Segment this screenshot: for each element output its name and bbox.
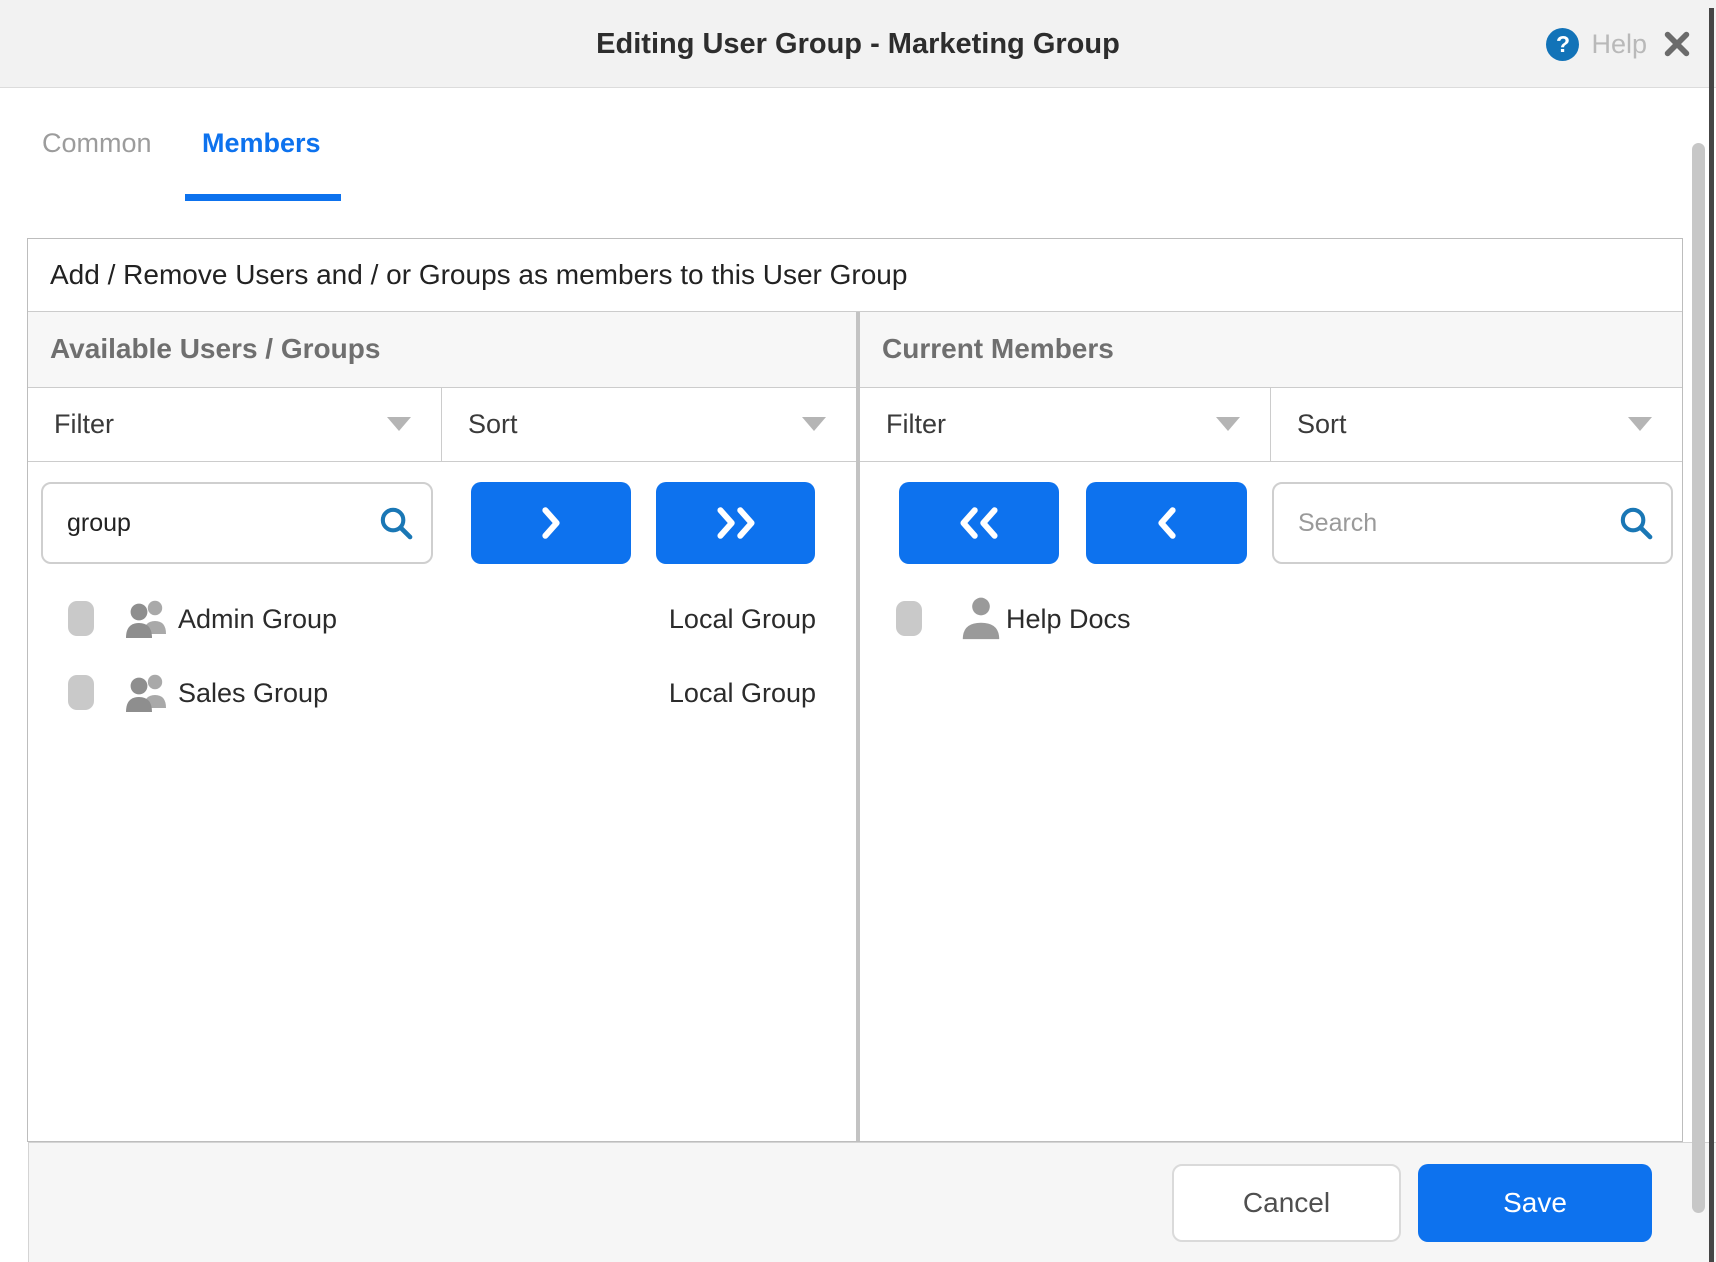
members-list: Help Docs (860, 582, 1682, 656)
tab-common[interactable]: Common (42, 128, 152, 159)
available-sort-dropdown[interactable]: Sort (442, 388, 856, 461)
item-name: Help Docs (1006, 582, 1131, 656)
panel-body: Available Users / Groups Filter Sort (28, 312, 1682, 1141)
available-controls (28, 462, 856, 582)
item-type: Local Group (669, 582, 816, 656)
list-item[interactable]: Sales Group Local Group (28, 656, 856, 730)
item-checkbox[interactable] (68, 675, 94, 710)
list-item[interactable]: Help Docs (860, 582, 1682, 656)
active-tab-underline (185, 194, 341, 201)
chevron-down-icon (1628, 417, 1652, 431)
close-button[interactable] (1662, 29, 1692, 59)
available-section-header: Available Users / Groups (28, 312, 856, 388)
members-controls (860, 462, 1682, 582)
help-label: Help (1591, 29, 1647, 60)
search-icon[interactable] (377, 504, 415, 542)
item-type: Local Group (669, 656, 816, 730)
members-sort-label: Sort (1297, 388, 1347, 460)
chevron-down-icon (387, 417, 411, 431)
header-actions: ? Help (1546, 0, 1692, 88)
move-selected-left-button[interactable] (1086, 482, 1247, 564)
dialog-header: Editing User Group - Marketing Group ? H… (0, 0, 1716, 88)
scrollbar-thumb[interactable] (1692, 143, 1705, 1213)
tab-members[interactable]: Members (202, 128, 321, 159)
available-search-input[interactable] (43, 484, 431, 562)
double-chevron-left-icon (956, 506, 1002, 540)
item-checkbox[interactable] (68, 601, 94, 636)
available-search-box (41, 482, 433, 564)
members-filter-dropdown[interactable]: Filter (860, 388, 1271, 461)
panel-caption-row: Add / Remove Users and / or Groups as me… (28, 239, 1682, 312)
available-title: Available Users / Groups (28, 312, 856, 386)
user-icon (958, 592, 1004, 644)
chevron-down-icon (802, 417, 826, 431)
move-all-left-button[interactable] (899, 482, 1059, 564)
members-sort-dropdown[interactable]: Sort (1271, 388, 1682, 461)
members-editor-panel: Add / Remove Users and / or Groups as me… (27, 238, 1683, 1142)
available-filter-sort-row: Filter Sort (28, 388, 856, 462)
list-item[interactable]: Admin Group Local Group (28, 582, 856, 656)
dialog-title: Editing User Group - Marketing Group (0, 0, 1716, 88)
cancel-button[interactable]: Cancel (1172, 1164, 1401, 1242)
members-filter-label: Filter (886, 388, 946, 460)
members-title: Current Members (860, 312, 1682, 386)
available-sort-label: Sort (468, 388, 518, 460)
search-icon[interactable] (1617, 504, 1655, 542)
save-button[interactable]: Save (1418, 1164, 1652, 1242)
chevron-right-icon (539, 506, 563, 540)
group-icon (120, 668, 174, 716)
close-icon (1662, 29, 1692, 59)
current-members-column: Current Members Filter Sort (860, 312, 1682, 1141)
help-icon: ? (1546, 28, 1579, 61)
window-edge (1709, 8, 1714, 1262)
edit-user-group-dialog: Editing User Group - Marketing Group ? H… (0, 0, 1716, 1262)
move-selected-right-button[interactable] (471, 482, 631, 564)
members-search-box (1272, 482, 1673, 564)
available-column: Available Users / Groups Filter Sort (28, 312, 856, 1141)
available-list: Admin Group Local Group Sales Group Loca… (28, 582, 856, 730)
members-filter-sort-row: Filter Sort (860, 388, 1682, 462)
move-all-right-button[interactable] (656, 482, 815, 564)
chevron-down-icon (1216, 417, 1240, 431)
available-filter-label: Filter (54, 388, 114, 460)
chevron-left-icon (1155, 506, 1179, 540)
item-name: Admin Group (178, 582, 337, 656)
group-icon (120, 594, 174, 642)
help-button[interactable]: ? Help (1546, 28, 1647, 61)
item-name: Sales Group (178, 656, 328, 730)
panel-caption: Add / Remove Users and / or Groups as me… (28, 239, 1682, 311)
members-section-header: Current Members (860, 312, 1682, 388)
double-chevron-right-icon (713, 506, 759, 540)
members-search-input[interactable] (1274, 484, 1671, 562)
item-checkbox[interactable] (896, 601, 922, 636)
available-filter-dropdown[interactable]: Filter (28, 388, 442, 461)
dialog-footer: Cancel Save (28, 1142, 1716, 1262)
